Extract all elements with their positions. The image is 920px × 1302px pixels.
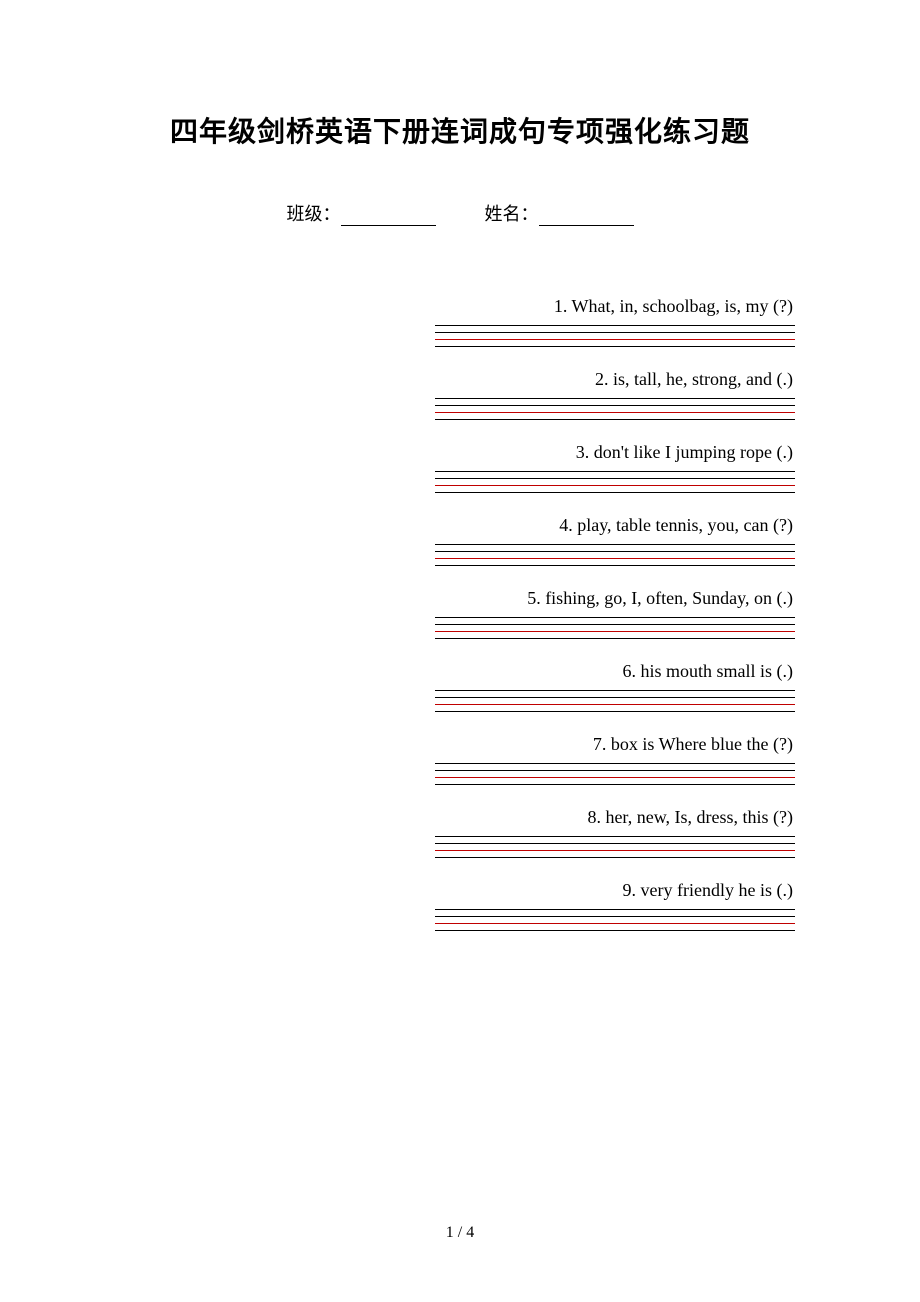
page-number: 1 / 4	[0, 1224, 920, 1242]
question-item: 9. very friendly he is (.)	[435, 880, 795, 931]
question-text: 4. play, table tennis, you, can (?)	[435, 515, 795, 536]
writing-line	[435, 624, 795, 625]
question-text: 5. fishing, go, I, often, Sunday, on (.)	[435, 588, 795, 609]
class-label: 班级：	[287, 200, 341, 226]
answer-lines[interactable]	[435, 544, 795, 566]
question-item: 6. his mouth small is (.)	[435, 661, 795, 712]
question-item: 2. is, tall, he, strong, and (.)	[435, 369, 795, 420]
writing-line	[435, 544, 795, 545]
question-item: 5. fishing, go, I, often, Sunday, on (.)	[435, 588, 795, 639]
question-text: 7. box is Where blue the (?)	[435, 734, 795, 755]
writing-line	[435, 857, 795, 858]
question-text: 6. his mouth small is (.)	[435, 661, 795, 682]
writing-line	[435, 843, 795, 844]
writing-line-red	[435, 485, 795, 486]
name-blank[interactable]	[539, 208, 634, 226]
question-item: 3. don't like I jumping rope (.)	[435, 442, 795, 493]
writing-line-red	[435, 777, 795, 778]
writing-line-red	[435, 339, 795, 340]
writing-line-red	[435, 412, 795, 413]
writing-line	[435, 697, 795, 698]
answer-lines[interactable]	[435, 325, 795, 347]
question-text: 3. don't like I jumping rope (.)	[435, 442, 795, 463]
question-text: 9. very friendly he is (.)	[435, 880, 795, 901]
question-item: 1. What, in, schoolbag, is, my (?)	[435, 296, 795, 347]
writing-line	[435, 770, 795, 771]
question-text: 8. her, new, Is, dress, this (?)	[435, 807, 795, 828]
question-item: 8. her, new, Is, dress, this (?)	[435, 807, 795, 858]
writing-line-red	[435, 923, 795, 924]
writing-line-red	[435, 704, 795, 705]
writing-line	[435, 419, 795, 420]
writing-line	[435, 930, 795, 931]
question-item: 7. box is Where blue the (?)	[435, 734, 795, 785]
writing-line-red	[435, 558, 795, 559]
answer-lines[interactable]	[435, 617, 795, 639]
writing-line	[435, 617, 795, 618]
answer-lines[interactable]	[435, 909, 795, 931]
writing-line	[435, 638, 795, 639]
writing-line	[435, 325, 795, 326]
writing-line	[435, 471, 795, 472]
writing-line-red	[435, 850, 795, 851]
writing-line	[435, 332, 795, 333]
answer-lines[interactable]	[435, 763, 795, 785]
class-blank[interactable]	[341, 208, 436, 226]
student-info-row: 班级： 姓名：	[125, 200, 795, 226]
answer-lines[interactable]	[435, 398, 795, 420]
writing-line	[435, 909, 795, 910]
writing-line	[435, 405, 795, 406]
writing-line	[435, 551, 795, 552]
writing-line	[435, 836, 795, 837]
writing-line	[435, 478, 795, 479]
name-label: 姓名：	[485, 200, 539, 226]
question-text: 1. What, in, schoolbag, is, my (?)	[435, 296, 795, 317]
questions-container: 1. What, in, schoolbag, is, my (?) 2. is…	[125, 296, 795, 931]
writing-line	[435, 784, 795, 785]
writing-line	[435, 763, 795, 764]
writing-line	[435, 492, 795, 493]
writing-line	[435, 346, 795, 347]
page-title: 四年级剑桥英语下册连词成句专项强化练习题	[125, 110, 795, 150]
writing-line	[435, 916, 795, 917]
question-text: 2. is, tall, he, strong, and (.)	[435, 369, 795, 390]
answer-lines[interactable]	[435, 471, 795, 493]
answer-lines[interactable]	[435, 836, 795, 858]
answer-lines[interactable]	[435, 690, 795, 712]
writing-line	[435, 565, 795, 566]
writing-line-red	[435, 631, 795, 632]
question-item: 4. play, table tennis, you, can (?)	[435, 515, 795, 566]
writing-line	[435, 398, 795, 399]
worksheet-page: 四年级剑桥英语下册连词成句专项强化练习题 班级： 姓名： 1. What, in…	[0, 0, 920, 931]
writing-line	[435, 690, 795, 691]
writing-line	[435, 711, 795, 712]
